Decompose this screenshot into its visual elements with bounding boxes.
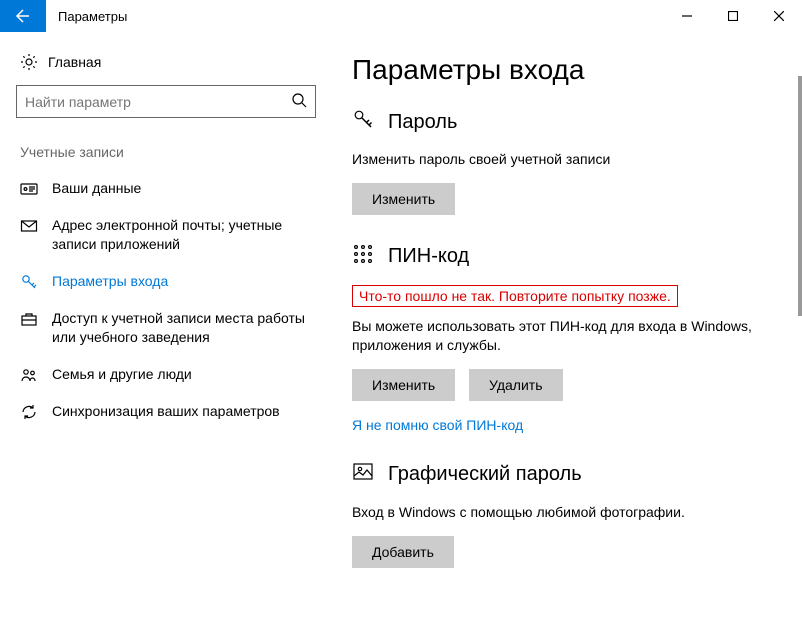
sidebar-item-sign-in-options[interactable]: Параметры входа bbox=[16, 263, 316, 300]
password-change-button[interactable]: Изменить bbox=[352, 183, 455, 215]
sidebar-item-label: Адрес электронной почты; учетные записи … bbox=[52, 216, 312, 254]
picture-icon bbox=[352, 461, 374, 489]
sidebar-item-label: Синхронизация ваших параметров bbox=[52, 402, 312, 421]
pin-change-button[interactable]: Изменить bbox=[352, 369, 455, 401]
picture-password-group: Графический пароль Вход в Windows с помо… bbox=[352, 461, 776, 568]
pin-delete-button[interactable]: Удалить bbox=[469, 369, 562, 401]
sidebar-item-family[interactable]: Семья и другие люди bbox=[16, 356, 316, 393]
close-button[interactable] bbox=[756, 0, 802, 32]
pin-title: ПИН-код bbox=[388, 245, 469, 268]
key-icon bbox=[352, 108, 374, 136]
sidebar-item-label: Параметры входа bbox=[52, 272, 312, 291]
sidebar-item-label: Ваши данные bbox=[52, 179, 312, 198]
main-content: Параметры входа Пароль Изменить пароль с… bbox=[332, 32, 802, 638]
briefcase-icon bbox=[20, 310, 38, 328]
sidebar: Главная Учетные записи Ваши данные Адрес… bbox=[0, 32, 332, 638]
pin-desc: Вы можете использовать этот ПИН-код для … bbox=[352, 317, 776, 355]
search-box[interactable] bbox=[16, 85, 316, 118]
password-desc: Изменить пароль своей учетной записи bbox=[352, 150, 776, 169]
gear-icon bbox=[20, 53, 38, 71]
titlebar: Параметры bbox=[0, 0, 802, 32]
pin-error-message: Что-то пошло не так. Повторите попытку п… bbox=[352, 285, 678, 307]
people-icon bbox=[20, 366, 38, 384]
picture-desc: Вход в Windows с помощью любимой фотогра… bbox=[352, 503, 776, 522]
maximize-button[interactable] bbox=[710, 0, 756, 32]
arrow-left-icon bbox=[15, 8, 31, 24]
window-title: Параметры bbox=[46, 0, 664, 32]
section-header: Учетные записи bbox=[16, 138, 316, 170]
sidebar-item-label: Семья и другие люди bbox=[52, 365, 312, 384]
back-button[interactable] bbox=[0, 0, 46, 32]
key-icon bbox=[20, 273, 38, 291]
keypad-icon bbox=[352, 243, 374, 271]
picture-add-button[interactable]: Добавить bbox=[352, 536, 454, 568]
home-link[interactable]: Главная bbox=[16, 44, 316, 85]
mail-icon bbox=[20, 217, 38, 235]
sidebar-item-your-info[interactable]: Ваши данные bbox=[16, 170, 316, 207]
password-title: Пароль bbox=[388, 111, 457, 134]
sidebar-item-label: Доступ к учетной записи места работы или… bbox=[52, 309, 312, 347]
minimize-button[interactable] bbox=[664, 0, 710, 32]
page-title: Параметры входа bbox=[352, 54, 776, 86]
sidebar-item-sync[interactable]: Синхронизация ваших параметров bbox=[16, 393, 316, 430]
password-group: Пароль Изменить пароль своей учетной зап… bbox=[352, 108, 776, 215]
search-icon bbox=[292, 93, 307, 111]
picture-title: Графический пароль bbox=[388, 463, 582, 486]
sync-icon bbox=[20, 403, 38, 421]
sidebar-item-work-school[interactable]: Доступ к учетной записи места работы или… bbox=[16, 300, 316, 356]
id-card-icon bbox=[20, 180, 38, 198]
scrollbar[interactable] bbox=[798, 76, 802, 316]
home-label: Главная bbox=[48, 54, 101, 70]
search-input[interactable] bbox=[25, 94, 292, 110]
pin-group: ПИН-код Что-то пошло не так. Повторите п… bbox=[352, 243, 776, 433]
pin-forgot-link[interactable]: Я не помню свой ПИН-код bbox=[352, 417, 523, 433]
sidebar-item-email-accounts[interactable]: Адрес электронной почты; учетные записи … bbox=[16, 207, 316, 263]
window-controls bbox=[664, 0, 802, 32]
